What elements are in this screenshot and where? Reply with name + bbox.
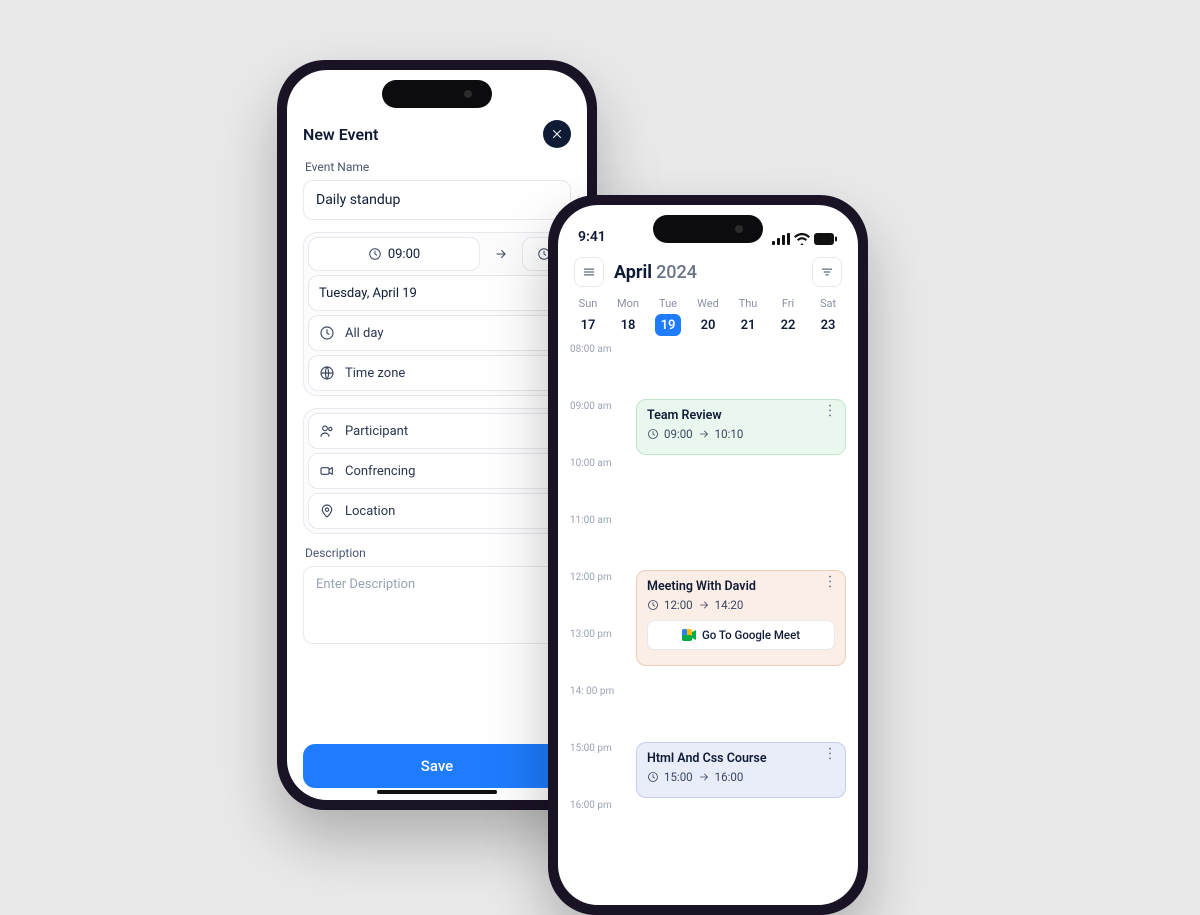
google-meet-button[interactable]: Go To Google Meet [647, 620, 835, 650]
clock-icon [368, 247, 382, 261]
event-title: Team Review [647, 408, 835, 423]
time-arrow [486, 247, 516, 261]
week-strip: Sun 17Mon 18Tue 19Wed 20Thu 21Fri 22Sat … [558, 293, 858, 344]
weekday-number: 20 [695, 314, 721, 336]
wifi-icon [794, 233, 810, 245]
date-input[interactable]: Tuesday, April 19 [308, 275, 566, 311]
notch [653, 215, 763, 243]
week-day[interactable]: Sat 23 [808, 297, 848, 336]
screen-new-event: New Event Event Name Daily standup 09:00 [287, 70, 587, 800]
save-label: Save [421, 757, 453, 775]
filter-icon [820, 265, 834, 279]
calendar-year: 2024 [656, 262, 697, 283]
date-value: Tuesday, April 19 [319, 286, 417, 301]
week-day[interactable]: Mon 18 [608, 297, 648, 336]
start-time-value: 09:00 [388, 247, 420, 262]
status-time: 9:41 [578, 229, 606, 245]
google-meet-label: Go To Google Meet [702, 628, 800, 642]
hour-label: 10:00 am [570, 458, 612, 469]
details-group: Participant Confrencing Location [303, 408, 571, 534]
conferencing-label: Confrencing [345, 464, 415, 479]
event-time: 09:0010:10 [647, 427, 835, 441]
weekday-number: 23 [815, 314, 841, 336]
screen-calendar: 9:41 April2024 Sun [558, 205, 858, 905]
new-event-title: New Event [303, 125, 378, 144]
hour-label: 11:00 am [570, 515, 612, 526]
google-meet-icon [682, 629, 696, 641]
start-time-input[interactable]: 09:00 [308, 237, 480, 271]
weekday-label: Thu [728, 297, 768, 310]
timezone-button[interactable]: Time zone [308, 355, 566, 391]
event-name-input[interactable]: Daily standup [303, 180, 571, 220]
hour-label: 16:00 pm [570, 800, 612, 811]
event-menu-button[interactable]: ︙ [823, 753, 837, 757]
event-name-value: Daily standup [316, 192, 400, 208]
week-day[interactable]: Sun 17 [568, 297, 608, 336]
hour-label: 08:00 am [570, 344, 612, 355]
calendar-event[interactable]: Html And Css Course 15:0016:00 ︙ [636, 742, 846, 798]
event-name-label: Event Name [305, 160, 571, 174]
week-day[interactable]: Wed 20 [688, 297, 728, 336]
calendar-month: April [614, 262, 652, 283]
weekday-label: Tue [648, 297, 688, 310]
description-label: Description [305, 546, 571, 560]
save-button[interactable]: Save [303, 744, 571, 788]
hour-label: 09:00 am [570, 401, 612, 412]
hour-label: 15:00 pm [570, 743, 612, 754]
description-input[interactable]: Enter Description [303, 566, 571, 644]
cellular-icon [772, 233, 790, 245]
weekday-number: 17 [575, 314, 601, 336]
datetime-group: 09:00 Tuesday, April 19 All day [303, 232, 571, 396]
menu-icon [582, 265, 596, 279]
phone-frame-calendar: 9:41 April2024 Sun [548, 195, 868, 915]
video-icon [319, 463, 335, 479]
week-day[interactable]: Thu 21 [728, 297, 768, 336]
hour-label: 13:00 pm [570, 629, 612, 640]
event-title: Meeting With David [647, 579, 835, 594]
calendar-event[interactable]: Meeting With David 12:0014:20 Go To Goog… [636, 570, 846, 666]
location-button[interactable]: Location [308, 493, 566, 529]
event-time: 15:0016:00 [647, 770, 835, 784]
globe-icon [319, 365, 335, 381]
all-day-toggle[interactable]: All day [308, 315, 566, 351]
close-button[interactable] [543, 120, 571, 148]
clock-icon [319, 325, 335, 341]
weekday-label: Sun [568, 297, 608, 310]
filter-button[interactable] [812, 257, 842, 287]
location-label: Location [345, 504, 395, 519]
participant-button[interactable]: Participant [308, 413, 566, 449]
arrow-right-icon [494, 247, 508, 261]
weekday-number: 22 [775, 314, 801, 336]
event-time: 12:0014:20 [647, 598, 835, 612]
week-day[interactable]: Fri 22 [768, 297, 808, 336]
weekday-label: Wed [688, 297, 728, 310]
menu-button[interactable] [574, 257, 604, 287]
close-icon [550, 127, 564, 141]
location-icon [319, 503, 335, 519]
home-indicator [377, 790, 497, 794]
event-menu-button[interactable]: ︙ [823, 581, 837, 585]
participant-icon [319, 423, 335, 439]
hour-label: 12:00 pm [570, 572, 612, 583]
weekday-number: 19 [655, 314, 681, 336]
calendar-event[interactable]: Team Review 09:0010:10 ︙ [636, 399, 846, 455]
conferencing-button[interactable]: Confrencing [308, 453, 566, 489]
event-menu-button[interactable]: ︙ [823, 410, 837, 414]
timezone-label: Time zone [345, 366, 405, 381]
weekday-label: Mon [608, 297, 648, 310]
weekday-number: 21 [735, 314, 761, 336]
weekday-number: 18 [615, 314, 641, 336]
notch [382, 80, 492, 108]
week-day[interactable]: Tue 19 [648, 297, 688, 336]
battery-icon [814, 233, 838, 245]
weekday-label: Sat [808, 297, 848, 310]
weekday-label: Fri [768, 297, 808, 310]
event-title: Html And Css Course [647, 751, 835, 766]
participant-label: Participant [345, 424, 408, 439]
all-day-label: All day [345, 326, 384, 341]
description-placeholder: Enter Description [316, 577, 415, 592]
calendar-title: April2024 [614, 262, 697, 283]
timeline[interactable]: 08:00 am 09:00 am 10:00 am 11:00 am 12:00 pm… [558, 344, 858, 905]
hour-label: 14: 00 pm [570, 686, 614, 697]
